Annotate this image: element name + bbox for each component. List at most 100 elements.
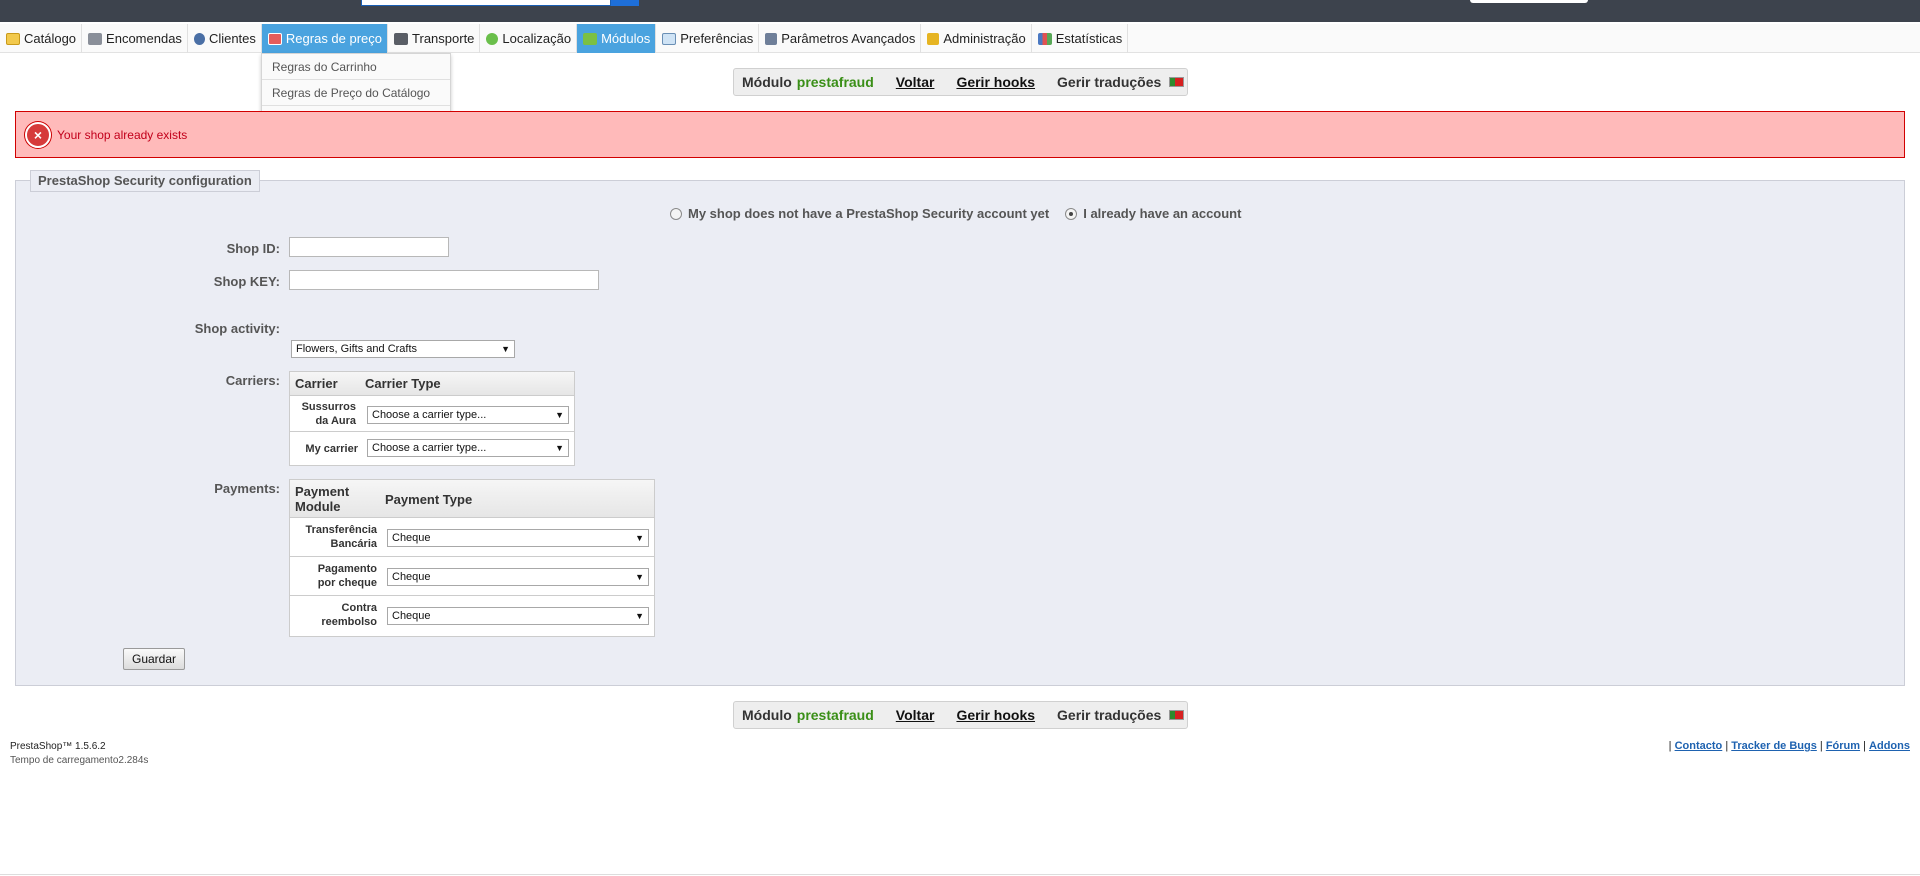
back-link[interactable]: Voltar [896,74,935,90]
carrier-type-select[interactable]: Choose a carrier type... ▼ [367,439,569,457]
menu-item-localization[interactable]: Localização [480,24,578,53]
payment-name-line1: Contra [341,602,377,614]
shop-activity-select[interactable]: Flowers, Gifts and Crafts ▼ [291,340,515,358]
cart-icon [88,32,103,45]
shop-key-input[interactable] [289,270,599,290]
menu-item-preferences[interactable]: Preferências [656,24,760,53]
back-link[interactable]: Voltar [896,707,935,723]
radio-no-account-label[interactable]: My shop does not have a PrestaShop Secur… [688,206,1049,221]
page-bottom-divider [0,874,1920,875]
module-name: prestafraud [796,707,874,723]
module-name: prestafraud [796,74,874,90]
carriers-table-header: Carrier Carrier Type [290,372,574,396]
manage-hooks-link[interactable]: Gerir hooks [956,707,1035,723]
payment-type-select[interactable]: Cheque ▼ [387,568,649,586]
carriers-label: Carriers: [225,373,280,388]
radio-no-account[interactable] [670,207,682,220]
error-close-icon: × [25,121,51,148]
carrier-type-select[interactable]: Choose a carrier type... ▼ [367,406,569,424]
menu-item-label: Catálogo [24,31,77,46]
dropdown-item-catalog-price-rules[interactable]: Regras de Preço do Catálogo [262,80,450,106]
main-menu: Catálogo Encomendas Clientes Regras de p… [0,24,1920,53]
top-header [0,0,1920,22]
chevron-down-icon: ▼ [501,344,510,354]
payments-label: Payments: [214,481,280,496]
fieldset-legend: PrestaShop Security configuration [30,170,260,192]
footer-version: PrestaShop™ 1.5.6.2 [10,741,106,752]
menu-item-label: Regras de preço [285,31,383,46]
account-radio-group: My shop does not have a PrestaShop Secur… [670,206,1241,221]
payment-type-select[interactable]: Cheque ▼ [387,607,649,625]
menu-item-stats[interactable]: Estatísticas [1032,24,1129,53]
col-carrier: Carrier [295,376,338,391]
footer-link-forum[interactable]: Fórum [1826,740,1860,752]
carrier-type-value: Choose a carrier type... [372,442,487,454]
footer-link-contact[interactable]: Contacto [1675,740,1723,752]
error-message-box: × Your shop already exists [15,111,1905,158]
shop-id-label: Shop ID: [226,241,280,256]
menu-item-modules[interactable]: Módulos [577,24,657,53]
user-icon [193,32,205,45]
table-row: My carrier Choose a carrier type... ▼ [290,432,574,465]
payment-name-line2: Bancária [330,538,377,550]
menu-item-label: Encomendas [106,31,182,46]
save-button[interactable]: Guardar [123,648,185,670]
menu-item-orders[interactable]: Encomendas [82,24,188,53]
radio-have-account-label[interactable]: I already have an account [1083,206,1241,221]
carrier-type-value: Choose a carrier type... [372,409,487,421]
portugal-flag-icon[interactable] [1169,710,1185,720]
footer-link-addons[interactable]: Addons [1869,740,1910,752]
menu-item-label: Estatísticas [1055,31,1123,46]
col-carrier-type: Carrier Type [365,376,441,391]
menu-item-price-rules[interactable]: Regras de preço [261,24,389,53]
payments-table: Payment Module Payment Type Transferênci… [289,479,655,637]
payments-table-header: Payment Module Payment Type [290,480,654,518]
search-button[interactable] [611,0,639,6]
menu-item-administration[interactable]: Administração [921,24,1032,53]
table-row: Sussurros da Aura Choose a carrier type.… [290,396,574,432]
shop-key-label: Shop KEY: [213,274,280,289]
carrier-name-line1: Sussurros [301,401,356,413]
menu-item-label: Transporte [412,31,475,46]
payment-type-value: Cheque [392,610,431,622]
dropdown-item-cart-rules[interactable]: Regras do Carrinho [262,54,450,80]
menu-item-catalog[interactable]: Catálogo [0,24,83,53]
menu-item-label: Localização [502,31,572,46]
header-right-control[interactable] [1470,0,1588,3]
menu-item-label: Parâmetros Avançados [781,31,916,46]
payment-module-name: Contra reembolso [292,601,377,629]
carrier-name-line1: My carrier [305,443,358,455]
chart-icon [1037,32,1052,45]
footer-info: PrestaShop™ 1.5.6.2 Tempo de carregament… [10,740,148,768]
menu-item-label: Módulos [601,31,651,46]
chevron-down-icon: ▼ [635,611,644,621]
manage-hooks-link[interactable]: Gerir hooks [956,74,1035,90]
menu-item-advanced-params[interactable]: Parâmetros Avançados [759,24,922,53]
carriers-table: Carrier Carrier Type Sussurros da Aura C… [289,371,575,466]
table-row: Contra reembolso Cheque ▼ [290,596,654,636]
menu-item-shipping[interactable]: Transporte [388,24,481,53]
module-label: Módulo [742,74,792,90]
chevron-down-icon: ▼ [635,533,644,543]
shop-activity-value: Flowers, Gifts and Crafts [296,343,418,355]
shop-activity-label: Shop activity: [194,321,280,336]
search-input[interactable] [361,0,611,6]
menu-item-customers[interactable]: Clientes [188,24,262,53]
module-toolbar-top: Módulo prestafraud Voltar Gerir hooks Ge… [733,68,1188,96]
key-icon [927,32,940,45]
globe-icon [486,32,499,45]
col-payment-type: Payment Type [385,492,473,507]
footer-link-bug-tracker[interactable]: Tracker de Bugs [1731,740,1817,752]
table-row: Transferência Bancária Cheque ▼ [290,518,654,557]
portugal-flag-icon[interactable] [1169,77,1185,87]
manage-translations-label[interactable]: Gerir traduções [1057,707,1161,723]
radio-have-account[interactable] [1065,207,1078,220]
payment-type-select[interactable]: Cheque ▼ [387,529,649,547]
carrier-name: Sussurros da Aura [292,400,356,428]
payment-type-value: Cheque [392,571,431,583]
footer-links: | Contacto | Tracker de Bugs | Fórum | A… [1668,740,1910,752]
manage-translations-label[interactable]: Gerir traduções [1057,74,1161,90]
shop-id-input[interactable] [289,237,449,257]
payment-type-value: Cheque [392,532,431,544]
chevron-down-icon: ▼ [555,410,564,420]
